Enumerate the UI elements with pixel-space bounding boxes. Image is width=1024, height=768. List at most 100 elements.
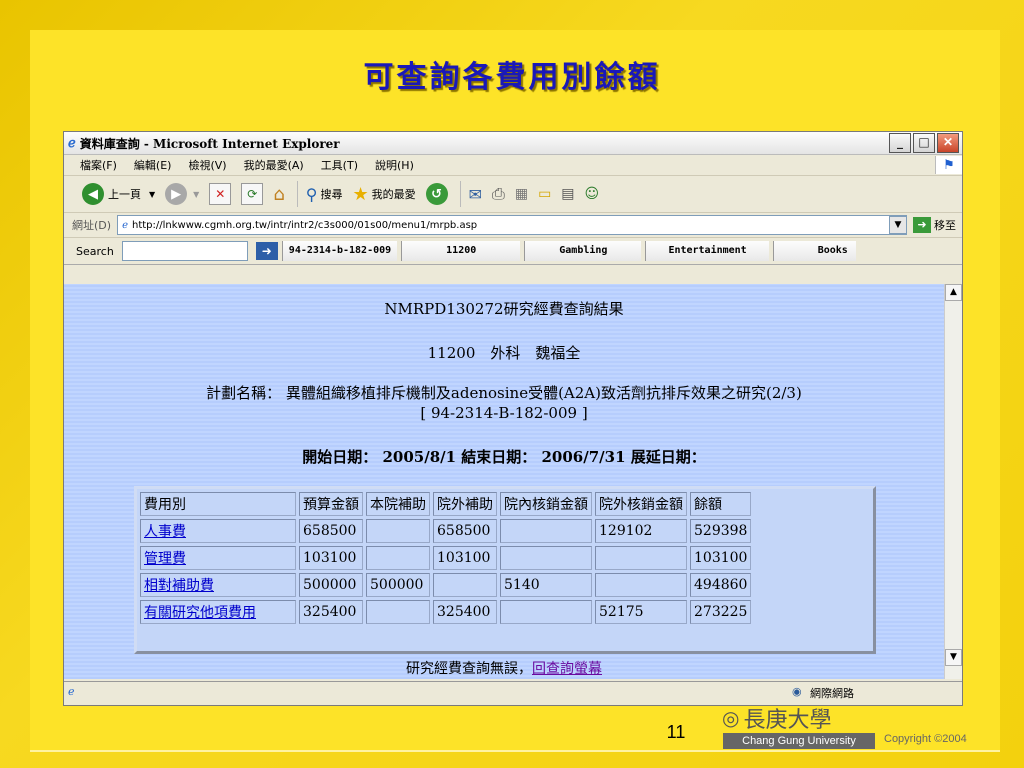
table-row: 管理費 103100 103100 103100 [140,546,752,570]
table-cell: 129102 [595,519,687,543]
expense-link-matching[interactable]: 相對補助費 [140,573,296,597]
forward-button[interactable]: ▶ ▼ [165,183,199,205]
table-row: 人事費 658500 658500 129102 529398 [140,519,752,543]
expense-link-personnel[interactable]: 人事費 [140,519,296,543]
table-cell: 103100 [690,546,752,570]
table-header: 院外補助 [433,492,497,516]
window-titlebar: ℯ 資料庫查詢 - Microsoft Internet Explorer _ … [64,132,962,155]
table-cell: 500000 [299,573,363,597]
table-header: 費用別 [140,492,296,516]
research-icon[interactable]: ▤ [561,186,574,202]
expense-link-other[interactable]: 有關研究他項費用 [140,600,296,624]
ie-logo-icon: ℯ [68,135,76,151]
address-input[interactable]: ℯ http://lnkwww.cgmh.org.tw/intr/intr2/c… [117,215,907,235]
discuss-icon[interactable]: ▭ [538,186,551,202]
plan-code: [ 94-2314-B-182-009 ] [420,404,588,422]
logo-emblem-icon: ◎ [722,706,740,730]
page-status-icon: ℯ [68,685,75,698]
table-cell [500,519,592,543]
chevron-down-icon: ▼ [149,189,156,199]
page-number: 11 [666,722,686,742]
plan-name: 計劃名稱： 異體組織移植排斥機制及adenosine受體(A2A)致活劑抗排斥效… [206,384,802,402]
refresh-icon[interactable]: ⟳ [241,183,264,205]
toolbar-separator [459,181,461,207]
page-icon: ℯ [122,219,128,231]
vertical-scrollbar[interactable]: ▲ ▼ [944,284,962,679]
favorites-label: 我的最愛 [371,188,416,201]
address-label: 網址(D) [72,219,112,232]
minimize-button[interactable]: _ [889,133,911,153]
search-button[interactable]: ⚲ 搜尋 [306,185,343,204]
toolbar: ◀ 上一頁 ▼ ▶ ▼ ✕ ⟳ ⌂ ⚲ 搜尋 ★ 我的最愛 ↺ ✉ ⎙ ▦ ▭ … [64,176,962,213]
table-header: 院內核銷金額 [500,492,592,516]
table-cell [500,546,592,570]
search-tab-entertainment[interactable]: Entertainment [645,241,769,261]
home-icon[interactable]: ⌂ [273,184,284,205]
print-icon[interactable]: ⎙ [492,184,505,204]
dates-line: 開始日期： 2005/8/1 結束日期： 2006/7/31 展延日期： [302,448,706,466]
expense-table: 費用別 預算金額 本院補助 院外補助 院內核銷金額 院外核銷金額 餘額 人事費 … [137,489,754,627]
search-go-icon[interactable]: ➜ [255,242,278,260]
globe-icon: ◉ [792,685,802,698]
table-cell: 658500 [433,519,497,543]
table-cell: 500000 [366,573,430,597]
address-url: http://lnkwww.cgmh.org.tw/intr/intr2/c3s… [131,219,478,231]
search-tab-books[interactable]: Books [772,241,856,261]
favorites-button[interactable]: ★ 我的最愛 [352,184,415,205]
menu-help[interactable]: 說明(H) [375,157,414,173]
footer-text: 研究經費查詢無誤， [406,661,532,677]
menu-edit[interactable]: 編輯(E) [134,157,172,173]
close-button[interactable]: ✕ [937,133,959,153]
go-arrow-icon[interactable]: ➜ [913,217,931,233]
table-cell [366,546,430,570]
table-row: 相對補助費 500000 500000 5140 494860 [140,573,752,597]
address-dropdown-icon[interactable]: ▼ [889,216,907,234]
search-tab-11200[interactable]: 11200 [401,241,521,261]
expense-table-frame: 費用別 預算金額 本院補助 院外補助 院內核銷金額 院外核銷金額 餘額 人事費 … [134,486,876,654]
table-cell: 103100 [299,546,363,570]
footer-line: 研究經費查詢無誤，回查詢螢幕 [64,658,944,678]
scroll-up-icon[interactable]: ▲ [945,284,962,301]
table-cell: 658500 [299,519,363,543]
table-cell [595,573,687,597]
stop-icon[interactable]: ✕ [209,183,232,205]
status-bar: ℯ ◉ 網際網路 [64,681,962,704]
forward-arrow-icon: ▶ [165,183,188,205]
go-button[interactable]: 移至 [934,217,956,233]
slide-title: 可查詢各費用別餘額 [363,60,661,95]
menu-file[interactable]: 檔案(F) [80,157,117,173]
search-tab-code[interactable]: 94-2314-b-182-009 [281,241,398,261]
page-content: NMRPD130272研究經費查詢結果 11200 外科 魏福全 計劃名稱： 異… [64,284,944,679]
logo-text: 長庚大學 [743,708,832,733]
toolbar-separator [296,181,298,207]
search-tab-gambling[interactable]: Gambling [524,241,642,261]
table-cell: 325400 [299,600,363,624]
scroll-down-icon[interactable]: ▼ [945,649,962,666]
table-cell [595,546,687,570]
mail-icon[interactable]: ✉ [469,185,482,204]
browser-window: ℯ 資料庫查詢 - Microsoft Internet Explorer _ … [63,131,963,706]
table-cell [500,600,592,624]
star-icon: ★ [352,183,369,205]
back-button[interactable]: ◀ 上一頁 ▼ [82,183,155,205]
menu-view[interactable]: 檢視(V) [188,157,226,173]
back-label: 上一頁 [108,188,141,201]
back-to-query-link[interactable]: 回查詢螢幕 [532,661,602,677]
chevron-down-icon: ▼ [193,189,200,199]
edit-icon[interactable]: ▦ [515,186,528,202]
search-icon: ⚲ [305,184,318,204]
scroll-track[interactable] [945,301,962,649]
table-header: 院外核銷金額 [595,492,687,516]
table-header: 預算金額 [299,492,363,516]
table-header: 本院補助 [366,492,430,516]
menu-bar: 檔案(F) 編輯(E) 檢視(V) 我的最愛(A) 工具(T) 說明(H) ⚑ [64,155,962,176]
messenger-icon[interactable]: ☺ [585,186,600,202]
history-icon[interactable]: ↺ [425,183,448,205]
menu-tools[interactable]: 工具(T) [321,157,358,173]
maximize-button[interactable]: □ [913,133,935,153]
menu-favorites[interactable]: 我的最愛(A) [244,157,304,173]
search-toolbar-input[interactable] [121,241,248,261]
university-name: Chang Gung University [723,733,875,749]
table-cell: 529398 [690,519,752,543]
expense-link-management[interactable]: 管理費 [140,546,296,570]
